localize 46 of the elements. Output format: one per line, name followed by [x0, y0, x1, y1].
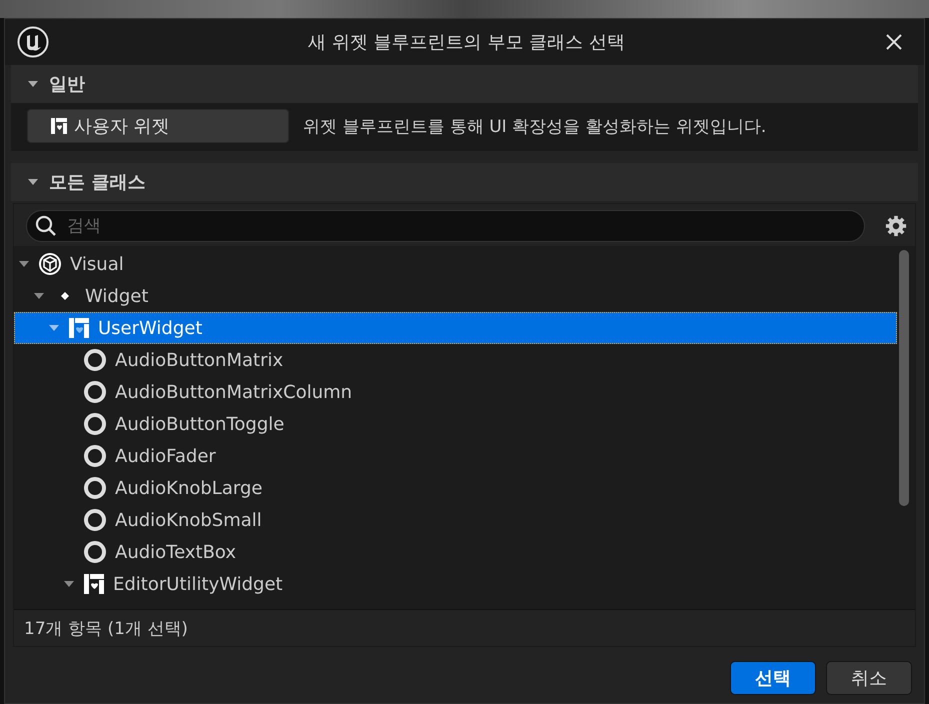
tree-item[interactable]: UserWidget: [14, 312, 897, 344]
ring-icon: [83, 540, 107, 564]
scrollbar-thumb[interactable]: [899, 250, 909, 506]
class-name: AudioButtonMatrix: [115, 350, 284, 370]
tree-item[interactable]: EditorUtilityWidget: [14, 568, 897, 600]
ring-icon: [83, 476, 107, 500]
class-name: EditorUtilityWidget: [113, 574, 283, 594]
cancel-button[interactable]: 취소: [826, 661, 912, 695]
tree-item[interactable]: AudioFader: [14, 440, 897, 472]
widget-icon: [68, 317, 90, 339]
tree-item[interactable]: AudioKnobSmall: [14, 504, 897, 536]
ring-icon: [83, 508, 107, 532]
widget-icon: [50, 117, 68, 135]
tree-item[interactable]: Visual: [14, 248, 897, 280]
item-count: 17개 항목 (1개 선택): [14, 609, 915, 646]
tree-item[interactable]: AudioTextBox: [14, 536, 897, 568]
close-icon[interactable]: [884, 32, 904, 52]
widget-icon: [83, 573, 105, 595]
class-name: AudioFader: [115, 446, 216, 466]
ring-icon: [83, 348, 107, 372]
section-title: 모든 클래스: [49, 171, 146, 194]
logo-icon: [17, 26, 49, 58]
class-description: 위젯 블루프린트를 통해 UI 확장성을 활성화하는 위젯입니다.: [303, 116, 766, 138]
ring-icon: [83, 380, 107, 404]
user-widget-button[interactable]: 사용자 위젯: [27, 109, 289, 143]
class-name: UserWidget: [98, 318, 202, 338]
class-name: AudioTextBox: [115, 542, 236, 562]
class-name: AudioButtonMatrixColumn: [115, 382, 352, 402]
class-name: Widget: [85, 286, 148, 306]
ring-icon: [83, 444, 107, 468]
tree-item[interactable]: Widget: [14, 280, 897, 312]
window-title: 새 위젯 블루프린트의 부모 클래스 선택: [307, 31, 626, 54]
tree-item[interactable]: AudioKnobLarge: [14, 472, 897, 504]
search-field[interactable]: 검색: [26, 210, 865, 242]
section-title: 일반: [49, 73, 85, 96]
select-button[interactable]: 선택: [730, 661, 816, 695]
tree-item[interactable]: AudioButtonMatrixColumn: [14, 376, 897, 408]
class-name: AudioKnobLarge: [115, 478, 262, 498]
tree-item[interactable]: AudioButtonToggle: [14, 408, 897, 440]
cube-icon: [38, 252, 62, 276]
class-name: Visual: [70, 254, 124, 274]
class-name: AudioButtonToggle: [115, 414, 284, 434]
class-name: AudioKnobSmall: [115, 510, 262, 530]
settings-icon[interactable]: [885, 215, 907, 237]
ring-icon: [83, 412, 107, 436]
tree-item[interactable]: AudioButtonMatrix: [14, 344, 897, 376]
